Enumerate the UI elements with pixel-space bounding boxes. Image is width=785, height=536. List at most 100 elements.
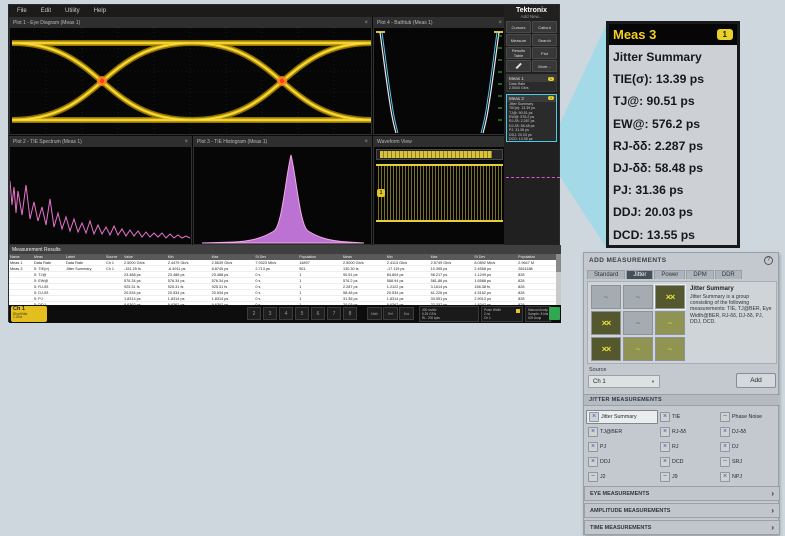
menu-item-file[interactable]: File bbox=[17, 8, 27, 14]
more-button[interactable]: More... bbox=[532, 60, 557, 72]
cell-value: 1.6588 ps bbox=[473, 279, 517, 283]
sidebar-button-measure[interactable]: Measure bbox=[506, 34, 531, 46]
tab-dpm[interactable]: DPM bbox=[686, 270, 713, 279]
trigger-settings[interactable]: Pulse Width 2 ns Ch 1 bbox=[481, 306, 523, 322]
close-icon[interactable]: × bbox=[184, 139, 188, 145]
trigger-icon bbox=[516, 309, 520, 313]
jitter-measurements-section[interactable]: JITTER MEASUREMENTS bbox=[584, 394, 780, 406]
cell-value: 23.488 ps bbox=[211, 273, 255, 277]
meas1-badge[interactable]: Meas 11 Data Rate 2.5000 Gb/s bbox=[506, 74, 557, 92]
sidebar-button-search[interactable]: Search bbox=[532, 34, 557, 46]
channel-8-button[interactable]: 8 bbox=[343, 307, 357, 320]
section-time-measurements[interactable]: TIME MEASUREMENTS› bbox=[584, 520, 780, 535]
menu-item-edit[interactable]: Edit bbox=[41, 8, 51, 14]
help-icon[interactable]: ? bbox=[764, 256, 773, 265]
channel-6-button[interactable]: 6 bbox=[311, 307, 325, 320]
measure-label: DCD bbox=[672, 459, 683, 465]
scrollbar-thumb[interactable] bbox=[556, 254, 561, 272]
measure-button-tie[interactable]: ×TIE bbox=[658, 411, 718, 423]
menu-item-utility[interactable]: Utility bbox=[65, 8, 80, 14]
meas3-badge[interactable]: Meas 31 Jitter SummaryTIE(σ): 13.39 psTJ… bbox=[506, 94, 557, 143]
waveform-view[interactable]: Waveform View 1 bbox=[373, 136, 506, 245]
plot-title: Plot 3 - TIE Histogram (Meas 1) bbox=[197, 139, 267, 145]
cell-value: 828 bbox=[517, 297, 561, 301]
pulse-sketch-icon[interactable]: ~ bbox=[655, 311, 685, 335]
cell-value: 158.38 fs bbox=[473, 285, 517, 289]
channel-1-badge[interactable]: Ch 1 50 mV/div 1 GHz bbox=[11, 306, 47, 322]
cell-label: Jitter Summary bbox=[65, 267, 105, 271]
measure-button-dj[interactable]: ×DJ bbox=[718, 441, 776, 453]
plot-eye-diagram[interactable]: Plot 1 - Eye Diagram (Meas 1)× bbox=[9, 17, 372, 135]
tab-ddr[interactable]: DDR bbox=[715, 270, 742, 279]
tab-jitter[interactable]: Jitter bbox=[626, 270, 653, 279]
close-icon[interactable]: × bbox=[364, 20, 368, 26]
horizontal-settings[interactable]: 400 ns/div 6.25 GS/s RL: 200 kpts bbox=[419, 306, 479, 322]
measure-button-rj[interactable]: ×RJ-δδ bbox=[658, 426, 718, 438]
close-icon[interactable]: × bbox=[364, 139, 368, 145]
channel-3-button[interactable]: 3 bbox=[263, 307, 277, 320]
measure-button-j2[interactable]: ~J2 bbox=[586, 471, 658, 483]
acquisition-settings[interactable]: Manual Analyze Sample: 8 bits 625 Acqs bbox=[525, 306, 551, 322]
cell-value: 1.8314 ps bbox=[123, 297, 167, 301]
measure-button-npj[interactable]: ×NPJ bbox=[718, 471, 776, 483]
section-eye-measurements[interactable]: EYE MEASUREMENTS› bbox=[584, 486, 780, 501]
add-new-math-button[interactable]: Math bbox=[367, 307, 382, 320]
channel-4-button[interactable]: 4 bbox=[279, 307, 293, 320]
measure-button-dcd[interactable]: ×DCD bbox=[658, 456, 718, 468]
channel-2-button[interactable]: 2 bbox=[247, 307, 261, 320]
plot-title: Waveform View bbox=[377, 139, 412, 145]
measure-button-j9[interactable]: ~J9 bbox=[658, 471, 718, 483]
cell-value: 130.30 fs bbox=[342, 267, 386, 271]
sidebar-button-cursors[interactable]: Cursors bbox=[506, 21, 531, 33]
plot-tie-spectrum[interactable]: Plot 2 - TIE Spectrum (Meas 1)× bbox=[9, 136, 192, 245]
sidebar-button-plot[interactable]: Plot bbox=[532, 47, 557, 59]
cell-value: 58.48 ps bbox=[342, 291, 386, 295]
trend-sketch-icon[interactable]: ~ bbox=[623, 337, 653, 361]
add-new-bus-button[interactable]: Bus bbox=[399, 307, 414, 320]
measure-button-rj[interactable]: ×RJ bbox=[658, 441, 718, 453]
sidebar-button-callout[interactable]: Callout bbox=[532, 21, 557, 33]
column-header: Name bbox=[9, 255, 33, 259]
run-stop-button[interactable] bbox=[549, 307, 560, 320]
cell-value: 581.86 ps bbox=[430, 279, 474, 283]
measure-button-tj-ber[interactable]: ×TJ@BER bbox=[586, 426, 658, 438]
eye-diagram-icon[interactable]: ×× bbox=[655, 285, 685, 309]
trigger-source: Ch 1 bbox=[484, 316, 520, 320]
measure-button-pj[interactable]: ×PJ bbox=[586, 441, 658, 453]
channel-7-button[interactable]: 7 bbox=[327, 307, 341, 320]
menu-item-help[interactable]: Help bbox=[94, 8, 106, 14]
waveform-sketch-icon[interactable]: ~ bbox=[591, 285, 621, 309]
sidebar-button-results-table[interactable]: Results Table bbox=[506, 47, 531, 59]
cell-value: 1.2122 ps bbox=[386, 285, 430, 289]
cell-value: 7.9323 Mb/s bbox=[254, 261, 298, 265]
measure-button-jitter-summary[interactable]: ×Jitter Summary bbox=[586, 410, 658, 424]
cell-value: 2.5749 Gb/s bbox=[430, 261, 474, 265]
cursor-line bbox=[506, 177, 560, 178]
add-new-ref-button[interactable]: Ref bbox=[383, 307, 398, 320]
cell-meas: δ: TJ@ bbox=[33, 273, 65, 277]
plot-bathtub[interactable]: Plot 4 - Bathtub (Meas 1)× bbox=[373, 17, 506, 135]
waveform-overview-strip[interactable] bbox=[376, 149, 503, 160]
cell-value: 8.0892 Mb/s bbox=[473, 261, 517, 265]
eye-diagram-icon[interactable]: ×× bbox=[591, 311, 621, 335]
measure-button-ddj[interactable]: ×DDJ bbox=[586, 456, 658, 468]
results-scrollbar[interactable] bbox=[556, 254, 561, 305]
trend-sketch-icon[interactable]: ~ bbox=[655, 337, 685, 361]
measure-label: NPJ bbox=[732, 474, 742, 480]
channel-5-button[interactable]: 5 bbox=[295, 307, 309, 320]
measure-button-srj[interactable]: ~SRJ bbox=[718, 456, 776, 468]
pulse-sketch-icon[interactable]: ~ bbox=[623, 311, 653, 335]
section-amplitude-measurements[interactable]: AMPLITUDE MEASUREMENTS› bbox=[584, 503, 780, 518]
add-button[interactable]: Add bbox=[736, 373, 776, 388]
eye-diagram-icon[interactable]: ×× bbox=[591, 337, 621, 361]
measure-button-phase-noise[interactable]: ~Phase Noise bbox=[718, 411, 776, 423]
tab-standard[interactable]: Standard bbox=[587, 270, 625, 279]
tab-power[interactable]: Power bbox=[654, 270, 685, 279]
measure-button-dj[interactable]: ×DJ-δδ bbox=[718, 426, 776, 438]
source-select[interactable]: Ch 1 ▼ bbox=[588, 375, 660, 388]
draw-icon-button[interactable] bbox=[506, 60, 531, 72]
close-icon[interactable]: × bbox=[498, 20, 502, 26]
chevron-right-icon: › bbox=[771, 489, 774, 498]
plot-tie-histogram[interactable]: Plot 3 - TIE Histogram (Meas 1) × bbox=[193, 136, 372, 245]
scatter-sketch-icon[interactable]: ~ bbox=[623, 285, 653, 309]
